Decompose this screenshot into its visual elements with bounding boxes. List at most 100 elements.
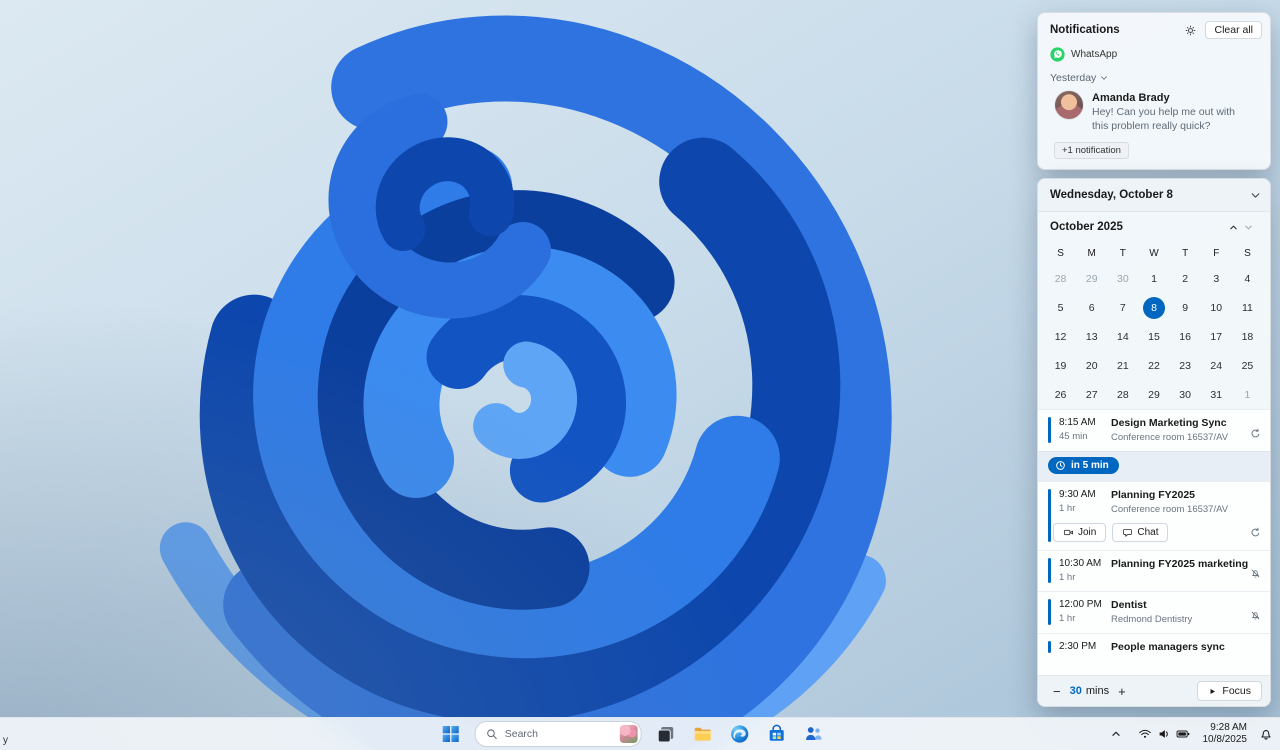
tray-chevron-up-icon[interactable] [1105,724,1127,744]
calendar-day[interactable]: 1 [1232,380,1263,409]
calendar-day[interactable]: 20 [1076,351,1107,380]
calendar-day[interactable]: 15 [1138,322,1169,351]
play-icon [1208,687,1217,696]
bell-off-icon [1250,566,1261,584]
calendar-day[interactable]: 28 [1107,380,1138,409]
event-location: Redmond Dentistry [1111,614,1260,625]
calendar-day-selected[interactable]: 8 [1138,293,1169,322]
search-highlight-image [620,725,638,743]
notification-settings-icon[interactable] [1182,22,1199,39]
notification-bell-icon[interactable] [1256,725,1276,743]
event-location: Conference room 16537/AV [1111,432,1260,443]
calendar-flyout: Wednesday, October 8 October 2025 SMTWTF… [1037,178,1271,707]
calendar-day[interactable]: 10 [1201,293,1232,322]
calendar-day[interactable]: 12 [1045,322,1076,351]
calendar-day[interactable]: 13 [1076,322,1107,351]
clear-all-button[interactable]: Clear all [1205,21,1262,39]
calendar-day[interactable]: 6 [1076,293,1107,322]
tray-status-icons[interactable] [1134,724,1194,744]
calendar-day[interactable]: 7 [1107,293,1138,322]
avatar [1054,90,1084,120]
calendar-day[interactable]: 17 [1201,322,1232,351]
calendar-day[interactable]: 28 [1045,264,1076,293]
calendar-day[interactable]: 22 [1138,351,1169,380]
calendar-day[interactable]: 30 [1107,264,1138,293]
calendar-day[interactable]: 27 [1076,380,1107,409]
task-view-icon[interactable] [653,721,679,747]
event-duration: 1 hr [1059,613,1111,624]
calendar-day[interactable]: 30 [1170,380,1201,409]
event-accent-bar [1048,599,1051,625]
focus-minus-button[interactable]: − [1050,684,1064,699]
store-icon[interactable] [764,721,790,747]
calendar-event[interactable]: 10:30 AM1 hrPlanning FY2025 marketing [1038,550,1270,591]
calendar-day[interactable]: 16 [1170,322,1201,351]
calendar-day[interactable]: 24 [1201,351,1232,380]
calendar-day[interactable]: 21 [1107,351,1138,380]
notification-card[interactable]: Amanda Brady Hey! Can you help me out wi… [1038,86,1270,135]
notification-sender: Amanda Brady [1092,92,1252,104]
calendar-day[interactable]: 3 [1201,264,1232,293]
event-accent-bar [1048,417,1051,443]
calendar-month-nav: October 2025 [1038,212,1270,242]
calendar-grid: SMTWTFS282930123456789101112131415161718… [1038,242,1270,409]
tray-date: 10/8/2025 [1203,734,1248,747]
clock-icon [1055,460,1066,471]
calendar-day[interactable]: 18 [1232,322,1263,351]
tray-clock[interactable]: 9:28 AM 10/8/2025 [1201,722,1250,747]
calendar-day[interactable]: 29 [1076,264,1107,293]
calendar-dow: T [1107,242,1138,264]
search-input[interactable]: Search [475,721,642,747]
event-duration: 1 hr [1059,503,1111,514]
calendar-day[interactable]: 19 [1045,351,1076,380]
event-title: People managers sync [1111,641,1260,653]
calendar-day[interactable]: 11 [1232,293,1263,322]
calendar-day[interactable]: 14 [1107,322,1138,351]
calendar-event[interactable]: 2:30 PMPeople managers sync [1038,633,1270,661]
file-explorer-icon[interactable] [690,721,716,747]
chat-button[interactable]: Chat [1112,523,1168,542]
calendar-day[interactable]: 9 [1170,293,1201,322]
event-time: 2:30 PM [1059,641,1111,652]
focus-button[interactable]: Focus [1197,681,1262,701]
join-button[interactable]: Join [1053,523,1106,542]
notification-app-row[interactable]: WhatsApp [1038,43,1270,64]
notifications-title: Notifications [1050,24,1120,36]
event-title: Planning FY2025 [1111,489,1260,501]
calendar-event[interactable]: 9:30 AM1 hrPlanning FY2025Conference roo… [1038,481,1270,550]
battery-icon [1176,727,1190,741]
month-down-icon[interactable] [1241,220,1256,235]
calendar-collapse-icon[interactable] [1247,187,1264,204]
notification-group-row[interactable]: Yesterday [1038,64,1270,86]
more-notifications-button[interactable]: +1 notification [1054,142,1129,159]
volume-icon [1157,727,1171,741]
calendar-date-label: Wednesday, October 8 [1050,189,1247,201]
calendar-day[interactable]: 4 [1232,264,1263,293]
camera-icon [1063,527,1074,538]
calendar-day[interactable]: 2 [1170,264,1201,293]
calendar-day[interactable]: 29 [1138,380,1169,409]
calendar-event[interactable]: 8:15 AM45 minDesign Marketing SyncConfer… [1038,410,1270,451]
event-title: Dentist [1111,599,1260,611]
calendar-day[interactable]: 25 [1232,351,1263,380]
calendar-event[interactable]: 12:00 PM 1 hrDentist Redmond Dentistry [1038,591,1270,633]
focus-plus-button[interactable]: + [1115,684,1129,699]
calendar-day[interactable]: 26 [1045,380,1076,409]
calendar-dow: S [1045,242,1076,264]
teams-icon[interactable] [801,721,827,747]
calendar-day[interactable]: 1 [1138,264,1169,293]
bell-off-icon [1250,608,1261,626]
calendar-day[interactable]: 5 [1045,293,1076,322]
wifi-icon [1138,727,1152,741]
start-button[interactable] [438,721,464,747]
month-up-icon[interactable] [1226,220,1241,235]
reminder-pill[interactable]: in 5 min [1048,457,1119,474]
focus-duration-value: 30 [1070,685,1082,697]
calendar-day[interactable]: 23 [1170,351,1201,380]
calendar-day[interactable]: 31 [1201,380,1232,409]
edge-icon[interactable] [727,721,753,747]
calendar-dow: W [1138,242,1169,264]
event-time: 12:00 PM [1059,599,1111,610]
calendar-month-label: October 2025 [1050,221,1226,233]
search-label: Search [505,728,620,740]
